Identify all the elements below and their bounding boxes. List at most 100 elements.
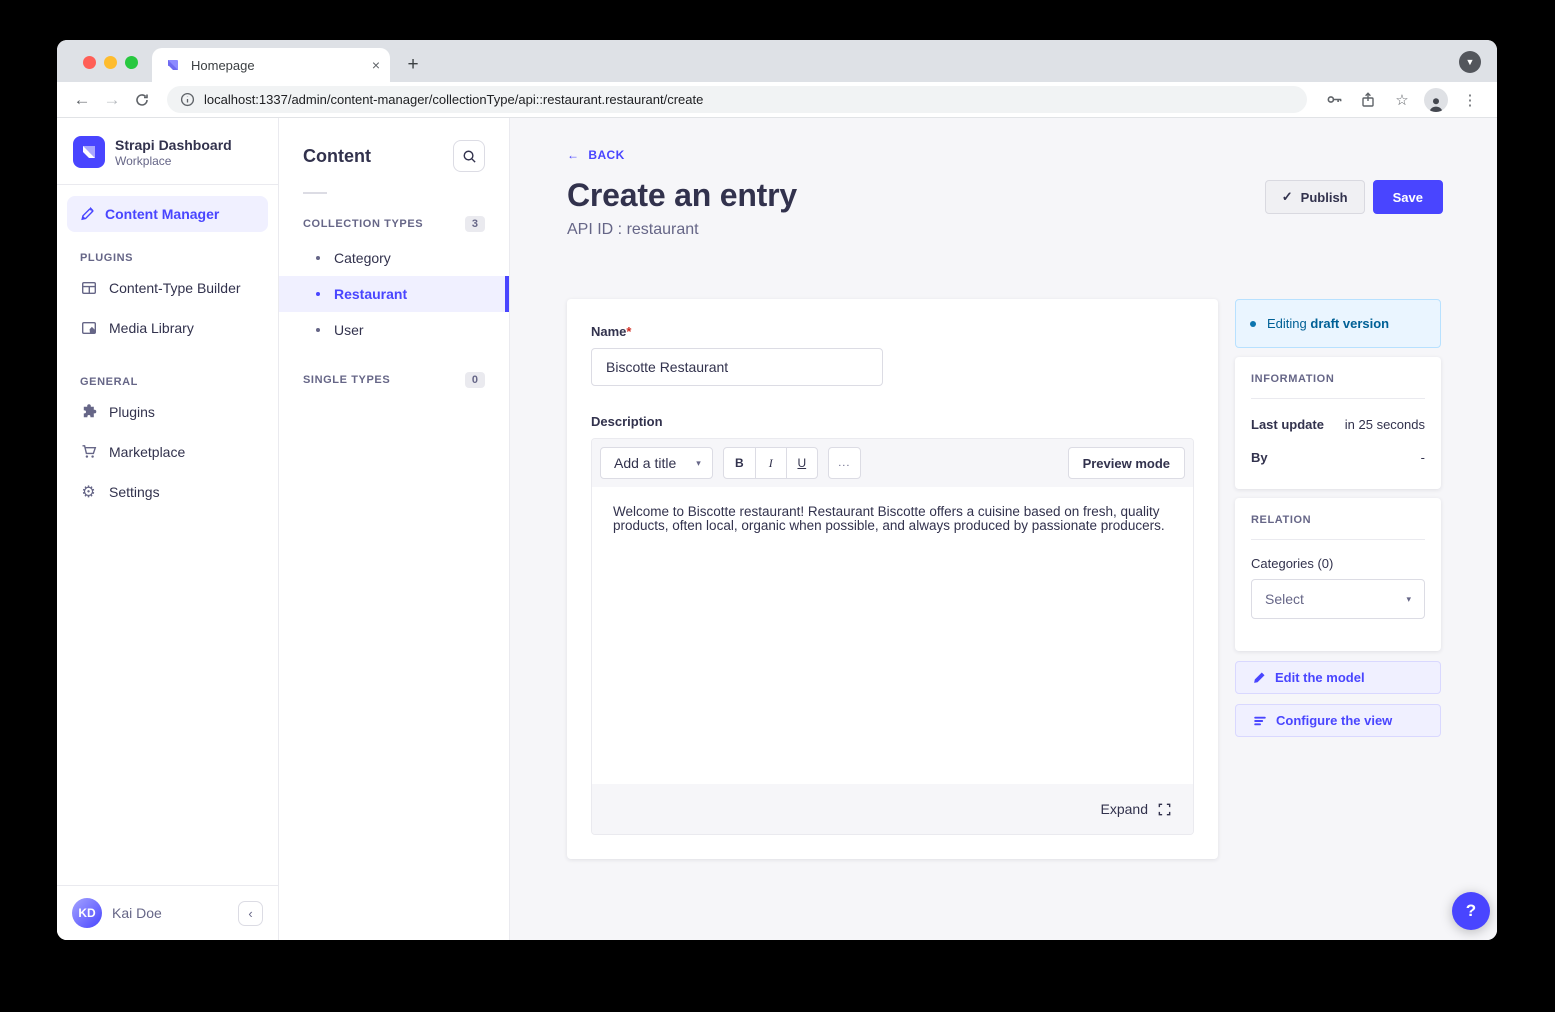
- sidebar-item-marketplace[interactable]: Marketplace: [57, 432, 278, 472]
- back-link[interactable]: ← BACK: [567, 148, 625, 162]
- browser-avatar-icon[interactable]: [1424, 88, 1448, 112]
- close-tab-icon[interactable]: ×: [372, 57, 380, 73]
- workspace-name: Workplace: [115, 154, 232, 168]
- relation-panel: RELATION Categories (0) Select ▾: [1235, 498, 1441, 651]
- help-button[interactable]: ?: [1452, 892, 1490, 930]
- back-label: BACK: [588, 148, 624, 162]
- draft-dot-icon: [1250, 321, 1256, 327]
- draft-status-badge: Editing draft version: [1235, 299, 1441, 348]
- edit-model-label: Edit the model: [1275, 670, 1365, 685]
- single-types-count-badge: 0: [465, 372, 485, 388]
- user-name: Kai Doe: [112, 905, 228, 921]
- description-textarea[interactable]: Welcome to Biscotte restaurant! Restaura…: [592, 487, 1193, 784]
- categories-select[interactable]: Select ▾: [1251, 579, 1425, 619]
- collapse-sidebar-button[interactable]: ‹: [238, 901, 263, 926]
- browser-profile-chevron-icon[interactable]: ▼: [1459, 51, 1481, 73]
- name-input[interactable]: [591, 348, 883, 386]
- sidebar-item-label: Settings: [109, 484, 160, 500]
- pen-icon: [79, 207, 94, 222]
- sidebar-footer: KD Kai Doe ‹: [57, 885, 278, 940]
- save-label: Save: [1393, 190, 1423, 205]
- sidebar-item-media-library[interactable]: Media Library: [57, 308, 278, 348]
- content-panel-title: Content: [303, 146, 371, 167]
- search-button[interactable]: [453, 140, 485, 172]
- sidebar-item-content-manager[interactable]: Content Manager: [67, 196, 268, 232]
- expand-icon[interactable]: [1157, 802, 1172, 817]
- edit-model-button[interactable]: Edit the model: [1235, 661, 1441, 694]
- main-content: ← BACK Create an entry API ID : restaura…: [510, 118, 1497, 940]
- layout-grid-icon: [80, 280, 97, 296]
- back-nav-icon[interactable]: ←: [69, 87, 95, 113]
- address-bar[interactable]: localhost:1337/admin/content-manager/col…: [167, 86, 1307, 113]
- information-panel: INFORMATION Last update in 25 seconds By…: [1235, 357, 1441, 489]
- collection-type-category[interactable]: Category: [279, 240, 509, 276]
- sidebar-item-label: Marketplace: [109, 444, 185, 460]
- draft-status-prefix: Editing: [1267, 316, 1307, 331]
- collection-types-label: COLLECTION TYPES: [303, 218, 423, 230]
- url-text: localhost:1337/admin/content-manager/col…: [204, 92, 703, 107]
- bold-button[interactable]: B: [724, 448, 755, 478]
- sidebar-item-settings[interactable]: ⚙ Settings: [57, 472, 278, 512]
- collection-type-label: Category: [334, 250, 391, 266]
- screen: Homepage × + ▼ ← → localhost:1337/: [0, 0, 1555, 1012]
- collection-type-label: Restaurant: [334, 286, 407, 302]
- password-key-icon[interactable]: [1322, 88, 1346, 112]
- configure-view-button[interactable]: Configure the view: [1235, 704, 1441, 737]
- configure-view-label: Configure the view: [1276, 713, 1392, 728]
- expand-label: Expand: [1101, 801, 1148, 817]
- user-avatar[interactable]: KD: [72, 898, 102, 928]
- content-panel: Content COLLECTION TYPES 3: [279, 118, 510, 940]
- sidebar-item-label: Content-Type Builder: [109, 280, 241, 296]
- save-button[interactable]: Save: [1373, 180, 1443, 214]
- categories-field-label: Categories (0): [1251, 556, 1425, 571]
- puzzle-icon: [80, 404, 97, 420]
- api-id-subtitle: API ID : restaurant: [567, 221, 797, 239]
- pencil-icon: [1253, 671, 1266, 684]
- close-window-button[interactable]: [83, 56, 96, 69]
- tab-title: Homepage: [191, 58, 362, 73]
- sidebar-item-label: Plugins: [109, 404, 155, 420]
- workspace-brand[interactable]: Strapi Dashboard Workplace: [57, 118, 278, 184]
- main-sidebar: Strapi Dashboard Workplace Content Manag…: [57, 118, 279, 940]
- bullet-icon: [316, 292, 320, 296]
- bookmark-star-icon[interactable]: ☆: [1390, 88, 1414, 112]
- browser-menu-dots-icon[interactable]: ⋮: [1458, 88, 1482, 112]
- browser-window: Homepage × + ▼ ← → localhost:1337/: [57, 40, 1497, 940]
- information-title: INFORMATION: [1251, 373, 1425, 385]
- preview-mode-button[interactable]: Preview mode: [1068, 447, 1185, 479]
- divider: [1251, 539, 1425, 540]
- description-text: Welcome to Biscotte restaurant! Restaura…: [613, 505, 1169, 534]
- selected-indicator: [505, 276, 509, 312]
- sidebar-item-content-type-builder[interactable]: Content-Type Builder: [57, 268, 278, 308]
- site-info-icon[interactable]: [180, 92, 195, 107]
- by-value: -: [1421, 450, 1425, 465]
- publish-button[interactable]: ✓ Publish: [1265, 180, 1365, 214]
- gear-icon: ⚙: [80, 484, 97, 500]
- minimize-window-button[interactable]: [104, 56, 117, 69]
- sidebar-section-plugins: PLUGINS: [57, 236, 278, 268]
- browser-tab[interactable]: Homepage ×: [152, 48, 390, 82]
- divider: [57, 184, 278, 185]
- app-title: Strapi Dashboard: [115, 137, 232, 153]
- share-icon[interactable]: [1356, 88, 1380, 112]
- collection-type-user[interactable]: User: [279, 312, 509, 348]
- italic-button[interactable]: I: [755, 448, 786, 478]
- required-asterisk: *: [626, 324, 631, 339]
- reload-icon[interactable]: [129, 87, 155, 113]
- sidebar-section-general: GENERAL: [57, 348, 278, 392]
- relation-title: RELATION: [1251, 514, 1425, 526]
- add-title-label: Add a title: [614, 455, 676, 471]
- zoom-window-button[interactable]: [125, 56, 138, 69]
- sidebar-item-plugins[interactable]: Plugins: [57, 392, 278, 432]
- entry-form-card: Name* Description Add a title ▾: [567, 299, 1218, 859]
- underline-button[interactable]: U: [786, 448, 817, 478]
- list-settings-icon: [1253, 714, 1267, 728]
- editor-toolbar: Add a title ▾ B I U ... Prev: [592, 439, 1193, 487]
- more-formats-button[interactable]: ...: [828, 447, 861, 479]
- add-title-dropdown[interactable]: Add a title ▾: [600, 447, 713, 479]
- collection-type-restaurant[interactable]: Restaurant: [279, 276, 509, 312]
- single-types-label: SINGLE TYPES: [303, 374, 390, 386]
- chevron-down-icon: ▾: [696, 458, 701, 469]
- new-tab-button[interactable]: +: [398, 50, 428, 80]
- divider: [1251, 398, 1425, 399]
